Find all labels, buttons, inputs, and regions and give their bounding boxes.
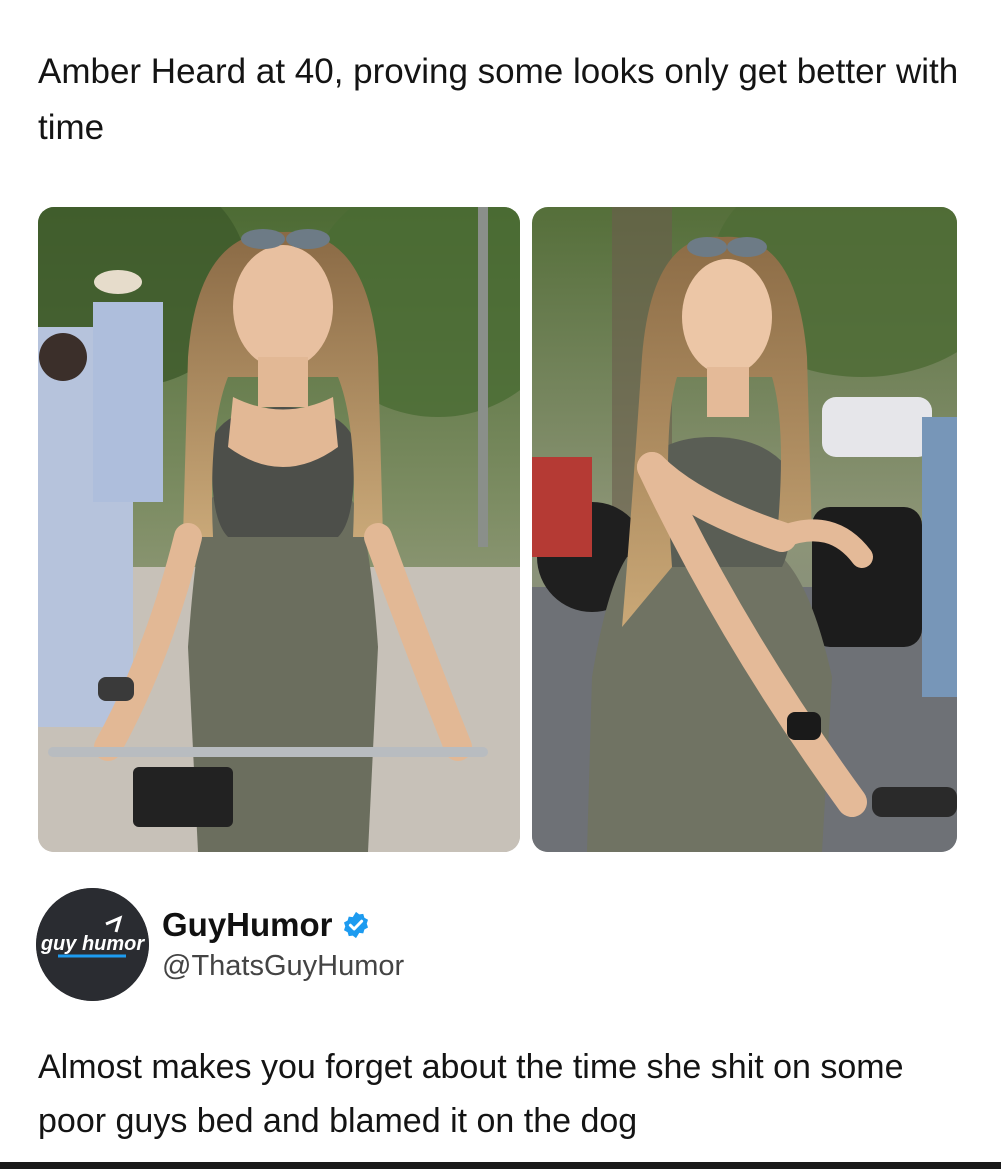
author-avatar[interactable]: guy humor bbox=[36, 888, 149, 1001]
bottom-divider bbox=[0, 1162, 1001, 1169]
guyhumor-logo-icon: guy humor bbox=[36, 888, 149, 1001]
author-name-line: GuyHumor bbox=[162, 904, 371, 946]
photo-right-illustration bbox=[532, 207, 957, 852]
author-name[interactable]: GuyHumor bbox=[162, 906, 333, 944]
photo-left-illustration bbox=[38, 207, 520, 852]
avatar-text: guy humor bbox=[40, 933, 146, 955]
tweet-text: Almost makes you forget about the time s… bbox=[38, 1048, 904, 1140]
quoted-post-text: Amber Heard at 40, proving some looks on… bbox=[38, 52, 959, 147]
author-row[interactable]: guy humor GuyHumor @ThatsGuyHumor bbox=[36, 888, 636, 1004]
verified-badge-icon bbox=[341, 910, 371, 940]
author-handle[interactable]: @ThatsGuyHumor bbox=[162, 950, 404, 983]
photo-left[interactable] bbox=[38, 207, 520, 852]
photo-right[interactable] bbox=[532, 207, 957, 852]
